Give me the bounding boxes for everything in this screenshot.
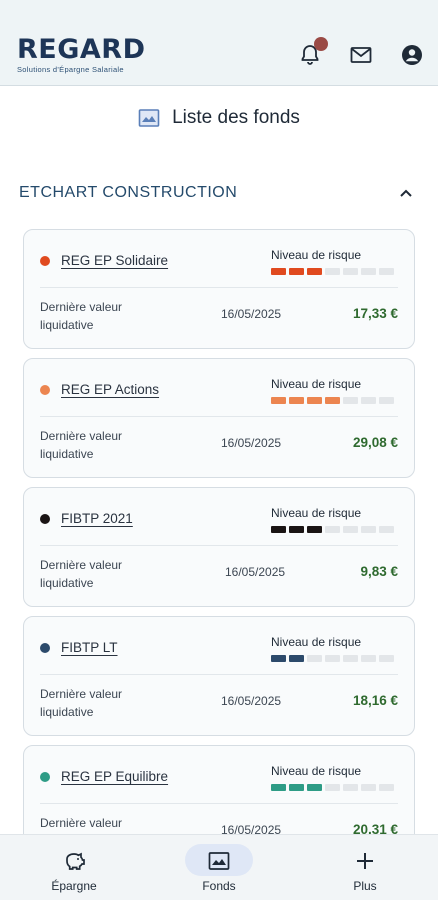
nav-item-fonds[interactable]: Fonds (159, 835, 279, 900)
nav-label-epargne: Épargne (51, 879, 97, 893)
risk-segment (325, 268, 340, 275)
fund-name-link[interactable]: REG EP Equilibre (61, 769, 168, 784)
fund-value: 9,83 € (360, 564, 398, 579)
risk-level-indicator (271, 655, 394, 662)
risk-level-label: Niveau de risque (271, 506, 362, 520)
page-title: Liste des fonds (172, 107, 300, 128)
risk-level-indicator (271, 784, 394, 791)
card-divider (40, 803, 398, 804)
fund-chart-icon (138, 109, 160, 127)
fund-value: 29,08 € (352, 435, 398, 450)
value-date: 16/05/2025 (221, 307, 282, 321)
value-date: 16/05/2025 (221, 694, 282, 708)
risk-level-indicator (271, 268, 394, 275)
fund-name-link[interactable]: FIBTP 2021 (61, 511, 133, 526)
risk-segment (379, 268, 394, 275)
fund-name-link[interactable]: REG EP Actions (61, 382, 159, 397)
risk-level-label: Niveau de risque (271, 635, 362, 649)
risk-segment (361, 268, 376, 275)
fund-color-dot (40, 643, 50, 653)
notification-badge (314, 37, 328, 51)
risk-segment (271, 655, 286, 662)
last-value-label: Dernière valeur liquidative (40, 687, 123, 719)
risk-segment (289, 268, 304, 275)
bottom-navigation: Épargne Fonds Plus (0, 834, 438, 900)
plus-icon (357, 853, 373, 869)
nav-label-fonds: Fonds (202, 879, 236, 893)
fund-chart-icon (208, 852, 230, 870)
risk-segment (325, 397, 340, 404)
risk-level-indicator (271, 397, 394, 404)
value-date: 16/05/2025 (221, 436, 282, 450)
risk-segment (361, 655, 376, 662)
risk-segment (343, 268, 358, 275)
risk-level-label: Niveau de risque (271, 764, 362, 778)
risk-segment (307, 655, 322, 662)
risk-level-indicator (271, 526, 394, 533)
fund-color-dot (40, 256, 50, 266)
risk-segment (289, 526, 304, 533)
card-divider (40, 545, 398, 546)
card-divider (40, 287, 398, 288)
risk-segment (307, 784, 322, 791)
risk-segment (271, 784, 286, 791)
risk-segment (289, 784, 304, 791)
fund-color-dot (40, 385, 50, 395)
risk-segment (379, 397, 394, 404)
risk-segment (325, 655, 340, 662)
risk-segment (343, 526, 358, 533)
risk-segment (307, 397, 322, 404)
risk-segment (379, 526, 394, 533)
app-header: REGARD Solutions d'Épargne Salariale (0, 0, 438, 86)
risk-segment (361, 526, 376, 533)
risk-segment (343, 784, 358, 791)
mail-icon[interactable] (349, 43, 373, 67)
nav-label-plus: Plus (353, 879, 377, 893)
regard-logo: REGARD Solutions d'Épargne Salariale (17, 36, 146, 74)
last-value-label: Dernière valeur liquidative (40, 558, 123, 590)
risk-segment (325, 526, 340, 533)
fund-card[interactable]: FIBTP LT Niveau de risque Dernière valeur … (23, 616, 415, 736)
risk-segment (325, 784, 340, 791)
fund-color-dot (40, 772, 50, 782)
value-date: 16/05/2025 (225, 565, 286, 579)
risk-segment (271, 397, 286, 404)
chevron-up-icon[interactable] (398, 186, 414, 200)
last-value-label: Dernière valeur liquidative (40, 429, 123, 461)
last-value-label: Dernière valeur liquidative (40, 300, 123, 332)
fund-name-link[interactable]: REG EP Solidaire (61, 253, 168, 268)
risk-level-label: Niveau de risque (271, 377, 362, 391)
risk-segment (271, 526, 286, 533)
fund-color-dot (40, 514, 50, 524)
card-divider (40, 674, 398, 675)
risk-level-label: Niveau de risque (271, 248, 362, 262)
risk-segment (379, 655, 394, 662)
risk-segment (271, 268, 286, 275)
fund-card[interactable]: REG EP Actions Niveau de risque Dernière v… (23, 358, 415, 478)
nav-item-plus[interactable]: Plus (305, 835, 425, 900)
risk-segment (361, 397, 376, 404)
fund-value: 18,16 € (352, 693, 398, 708)
fund-value: 17,33 € (352, 306, 398, 321)
risk-segment (289, 397, 304, 404)
risk-segment (343, 397, 358, 404)
risk-segment (307, 268, 322, 275)
risk-segment (361, 784, 376, 791)
fund-card[interactable]: REG EP Solidaire Niveau de risque Dernière… (23, 229, 415, 349)
risk-segment (307, 526, 322, 533)
fund-card[interactable]: FIBTP 2021 Niveau de risque Dernière valeu… (23, 487, 415, 607)
risk-segment (379, 784, 394, 791)
logo-main-text: REGARD (17, 34, 146, 65)
risk-segment (343, 655, 358, 662)
card-divider (40, 416, 398, 417)
piggy-bank-icon (66, 852, 85, 870)
nav-item-epargne[interactable]: Épargne (14, 835, 134, 900)
account-icon[interactable] (400, 43, 424, 67)
section-title[interactable]: ETCHART CONSTRUCTION (19, 184, 237, 202)
logo-subtitle: Solutions d'Épargne Salariale (17, 65, 124, 74)
page-title-row: Liste des fonds (0, 104, 438, 132)
fund-name-link[interactable]: FIBTP LT (61, 640, 118, 655)
risk-segment (289, 655, 304, 662)
